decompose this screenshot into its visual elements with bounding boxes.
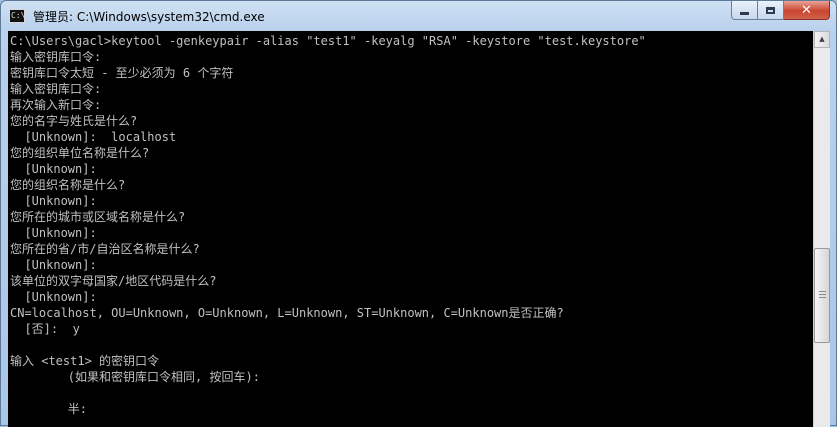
console-line: 密钥库口令太短 - 至少必须为 6 个字符 bbox=[10, 66, 234, 80]
arrow-up-icon: ▲ bbox=[819, 35, 825, 43]
cmd-app-icon[interactable]: C:\ bbox=[9, 9, 25, 23]
maximize-icon bbox=[766, 6, 775, 14]
console-line: [Unknown]: bbox=[10, 194, 97, 208]
minimize-button[interactable] bbox=[731, 1, 758, 20]
console-line: 您的组织名称是什么? bbox=[10, 178, 126, 192]
grip-line bbox=[819, 291, 826, 292]
console-line: C:\Users\gacl>keytool -genkeypair -alias… bbox=[10, 34, 646, 48]
console-line: 您所在的省/市/自治区名称是什么? bbox=[10, 242, 200, 256]
console-line: 您的名字与姓氏是什么? bbox=[10, 114, 138, 128]
close-button[interactable]: ✕ bbox=[784, 1, 830, 20]
title-bar[interactable]: C:\ 管理员: C:\Windows\system32\cmd.exe ✕ bbox=[1, 1, 836, 31]
grip-line bbox=[819, 294, 826, 295]
cmd-window: C:\ 管理员: C:\Windows\system32\cmd.exe ✕ C… bbox=[0, 0, 837, 427]
console-line: (如果和密钥库口令相同, 按回车): bbox=[10, 370, 260, 384]
console-line: [Unknown]: bbox=[10, 290, 97, 304]
console-line: 您的组织单位名称是什么? bbox=[10, 146, 150, 160]
vertical-scrollbar[interactable]: ▲ bbox=[813, 31, 830, 427]
console-line: 半: bbox=[10, 402, 88, 416]
console-line: 输入 <test1> 的密钥口令 bbox=[10, 354, 160, 368]
console-line: [Unknown]: bbox=[10, 226, 97, 240]
console-output: C:\Users\gacl>keytool -genkeypair -alias… bbox=[10, 33, 646, 417]
console-line: 您所在的城市或区域名称是什么? bbox=[10, 210, 186, 224]
window-title: 管理员: C:\Windows\system32\cmd.exe bbox=[33, 10, 265, 24]
console-line: 再次输入新口令: bbox=[10, 98, 102, 112]
console-line: [否]: y bbox=[10, 322, 80, 336]
close-icon: ✕ bbox=[801, 2, 812, 18]
scroll-up-button[interactable]: ▲ bbox=[814, 31, 830, 48]
console-line: 该单位的双字母国家/地区代码是什么? bbox=[10, 274, 217, 288]
minimize-icon bbox=[740, 12, 749, 15]
scrollbar-thumb[interactable] bbox=[814, 248, 830, 343]
console-line: 输入密钥库口令: bbox=[10, 50, 102, 64]
console-line: 输入密钥库口令: bbox=[10, 82, 102, 96]
console-line: [Unknown]: bbox=[10, 162, 97, 176]
maximize-button[interactable] bbox=[758, 1, 784, 20]
console-area[interactable]: C:\Users\gacl>keytool -genkeypair -alias… bbox=[8, 31, 813, 427]
console-line: CN=localhost, OU=Unknown, O=Unknown, L=U… bbox=[10, 306, 564, 320]
console-line: [Unknown]: bbox=[10, 258, 97, 272]
grip-line bbox=[819, 297, 826, 298]
window-controls: ✕ bbox=[731, 1, 830, 21]
console-line: [Unknown]: localhost bbox=[10, 130, 177, 144]
